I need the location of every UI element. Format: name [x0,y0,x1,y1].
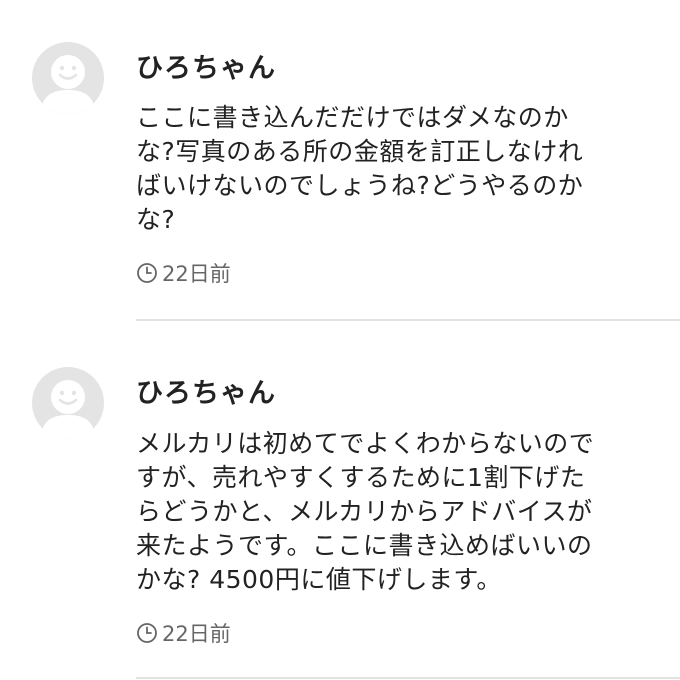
default-user-smile-icon [40,55,96,114]
clock-icon [136,622,158,644]
comment-author[interactable]: ひろちゃん [136,46,276,85]
clock-icon [136,262,158,284]
divider [136,677,680,679]
default-user-smile-icon [40,380,96,439]
comment-timestamp: 22日前 [136,618,231,648]
timestamp-text: 22日前 [162,262,231,286]
avatar[interactable] [32,42,104,114]
comment-body: メルカリは初めてでよくわからないので すが、売れやすくするために1割下げた らど… [136,429,595,594]
comment-timestamp: 22日前 [136,258,231,288]
comment-item: ひろちゃん メルカリは初めてでよくわからないので すが、売れやすくするために1割… [0,321,680,680]
avatar[interactable] [32,367,104,439]
timestamp-text: 22日前 [162,622,231,646]
comment-author[interactable]: ひろちゃん [136,371,276,410]
comment-body: ここに書き込んだだけではダメなのか な?写真のある所の金額を訂正しなけれ ばいけ… [136,103,584,234]
comment-item: ひろちゃん ここに書き込んだだけではダメなのか な?写真のある所の金額を訂正しな… [0,0,680,321]
